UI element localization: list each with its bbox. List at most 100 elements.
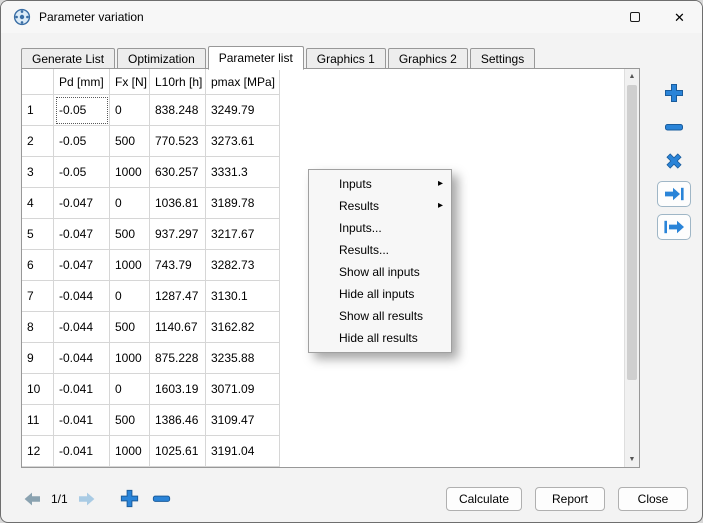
cell[interactable]: 743.79 [150,250,206,281]
menu-item-inputs[interactable]: Inputs▸ [309,173,451,195]
maximize-button[interactable] [612,1,657,33]
cell[interactable]: 1000 [110,157,150,188]
row-number[interactable]: 10 [22,374,54,405]
cell[interactable]: 500 [110,312,150,343]
cell[interactable]: 770.523 [150,126,206,157]
cell[interactable]: -0.044 [54,312,110,343]
previous-page-button[interactable] [23,491,42,507]
tab-optimization[interactable]: Optimization [117,48,206,69]
cell[interactable]: 630.257 [150,157,206,188]
row-number[interactable]: 1 [22,95,54,126]
cell[interactable]: 500 [110,219,150,250]
cell[interactable]: 1287.47 [150,281,206,312]
cell[interactable]: 1000 [110,343,150,374]
menu-item-show-all-inputs[interactable]: Show all inputs [309,261,451,283]
close-action-button[interactable]: Close [618,487,688,511]
cell[interactable]: 1036.81 [150,188,206,219]
row-number[interactable]: 11 [22,405,54,436]
export-button[interactable] [657,214,691,240]
menu-item-inputs[interactable]: Inputs... [309,217,451,239]
delete-all-button[interactable] [656,147,692,174]
menu-item-hide-all-inputs[interactable]: Hide all inputs [309,283,451,305]
cell[interactable]: 0 [110,374,150,405]
add-row-button[interactable] [656,79,692,106]
cell[interactable]: 1000 [110,250,150,281]
cell[interactable]: 0 [110,188,150,219]
minus-icon [662,115,686,139]
parameter-table: Pd [mm]Fx [N]L10rh [h]pmax [MPa] 1-0.050… [22,69,280,467]
scrollbar-thumb[interactable] [627,85,637,380]
cell[interactable]: 500 [110,126,150,157]
cell[interactable]: 3109.47 [206,405,280,436]
cell[interactable]: 838.248 [150,95,206,126]
scroll-up-icon[interactable]: ▲ [625,69,639,84]
cell[interactable]: -0.05 [54,95,110,126]
menu-item-results[interactable]: Results▸ [309,195,451,217]
cell[interactable]: 3162.82 [206,312,280,343]
minus-icon [150,487,173,510]
cell[interactable]: 1140.67 [150,312,206,343]
row-number[interactable]: 5 [22,219,54,250]
remove-row-button[interactable] [656,113,692,140]
cell[interactable]: 3191.04 [206,436,280,467]
cell[interactable]: -0.041 [54,405,110,436]
cell[interactable]: 500 [110,405,150,436]
cell[interactable]: 0 [110,95,150,126]
cell[interactable]: 3273.61 [206,126,280,157]
calculate-button[interactable]: Calculate [446,487,522,511]
row-number[interactable]: 4 [22,188,54,219]
tab-settings[interactable]: Settings [470,48,535,69]
cell[interactable]: -0.041 [54,436,110,467]
cell[interactable]: 3189.78 [206,188,280,219]
import-button[interactable] [657,181,691,207]
add-page-row-button[interactable] [118,487,141,510]
cell[interactable]: -0.05 [54,126,110,157]
cell[interactable]: 1000 [110,436,150,467]
column-header-l10rh-h[interactable]: L10rh [h] [150,69,206,95]
column-header-pmax-mpa[interactable]: pmax [MPa] [206,69,280,95]
cell[interactable]: -0.05 [54,157,110,188]
column-header-fx-n[interactable]: Fx [N] [110,69,150,95]
scroll-down-icon[interactable]: ▼ [625,452,639,467]
row-number[interactable]: 8 [22,312,54,343]
cell[interactable]: -0.041 [54,374,110,405]
cell[interactable]: 3331.3 [206,157,280,188]
cell[interactable]: 3249.79 [206,95,280,126]
tab-parameter-list[interactable]: Parameter list [208,46,304,70]
cell[interactable]: 3235.88 [206,343,280,374]
next-page-button[interactable] [77,491,96,507]
row-number[interactable]: 12 [22,436,54,467]
menu-item-results[interactable]: Results... [309,239,451,261]
column-header-pd-mm[interactable]: Pd [mm] [54,69,110,95]
cell[interactable]: -0.047 [54,188,110,219]
tab-graphics-2[interactable]: Graphics 2 [388,48,468,69]
row-number[interactable]: 6 [22,250,54,281]
remove-page-row-button[interactable] [150,487,173,510]
cell[interactable]: 3282.73 [206,250,280,281]
row-number[interactable]: 2 [22,126,54,157]
cell[interactable]: 3217.67 [206,219,280,250]
side-toolbar [649,79,699,240]
menu-item-hide-all-results[interactable]: Hide all results [309,327,451,349]
tab-graphics-1[interactable]: Graphics 1 [306,48,386,69]
cell[interactable]: 875.228 [150,343,206,374]
report-button[interactable]: Report [535,487,605,511]
cell[interactable]: 937.297 [150,219,206,250]
cell[interactable]: 1603.19 [150,374,206,405]
row-number[interactable]: 9 [22,343,54,374]
cell[interactable]: -0.047 [54,219,110,250]
cell[interactable]: -0.044 [54,281,110,312]
cell[interactable]: 3130.1 [206,281,280,312]
cell[interactable]: -0.047 [54,250,110,281]
close-button[interactable]: ✕ [657,1,702,33]
cell[interactable]: -0.044 [54,343,110,374]
tab-generate-list[interactable]: Generate List [21,48,115,69]
row-number[interactable]: 7 [22,281,54,312]
row-number[interactable]: 3 [22,157,54,188]
cell[interactable]: 1025.61 [150,436,206,467]
cell[interactable]: 3071.09 [206,374,280,405]
vertical-scrollbar[interactable]: ▲ ▼ [624,69,639,467]
cell[interactable]: 1386.46 [150,405,206,436]
cell[interactable]: 0 [110,281,150,312]
menu-item-show-all-results[interactable]: Show all results [309,305,451,327]
